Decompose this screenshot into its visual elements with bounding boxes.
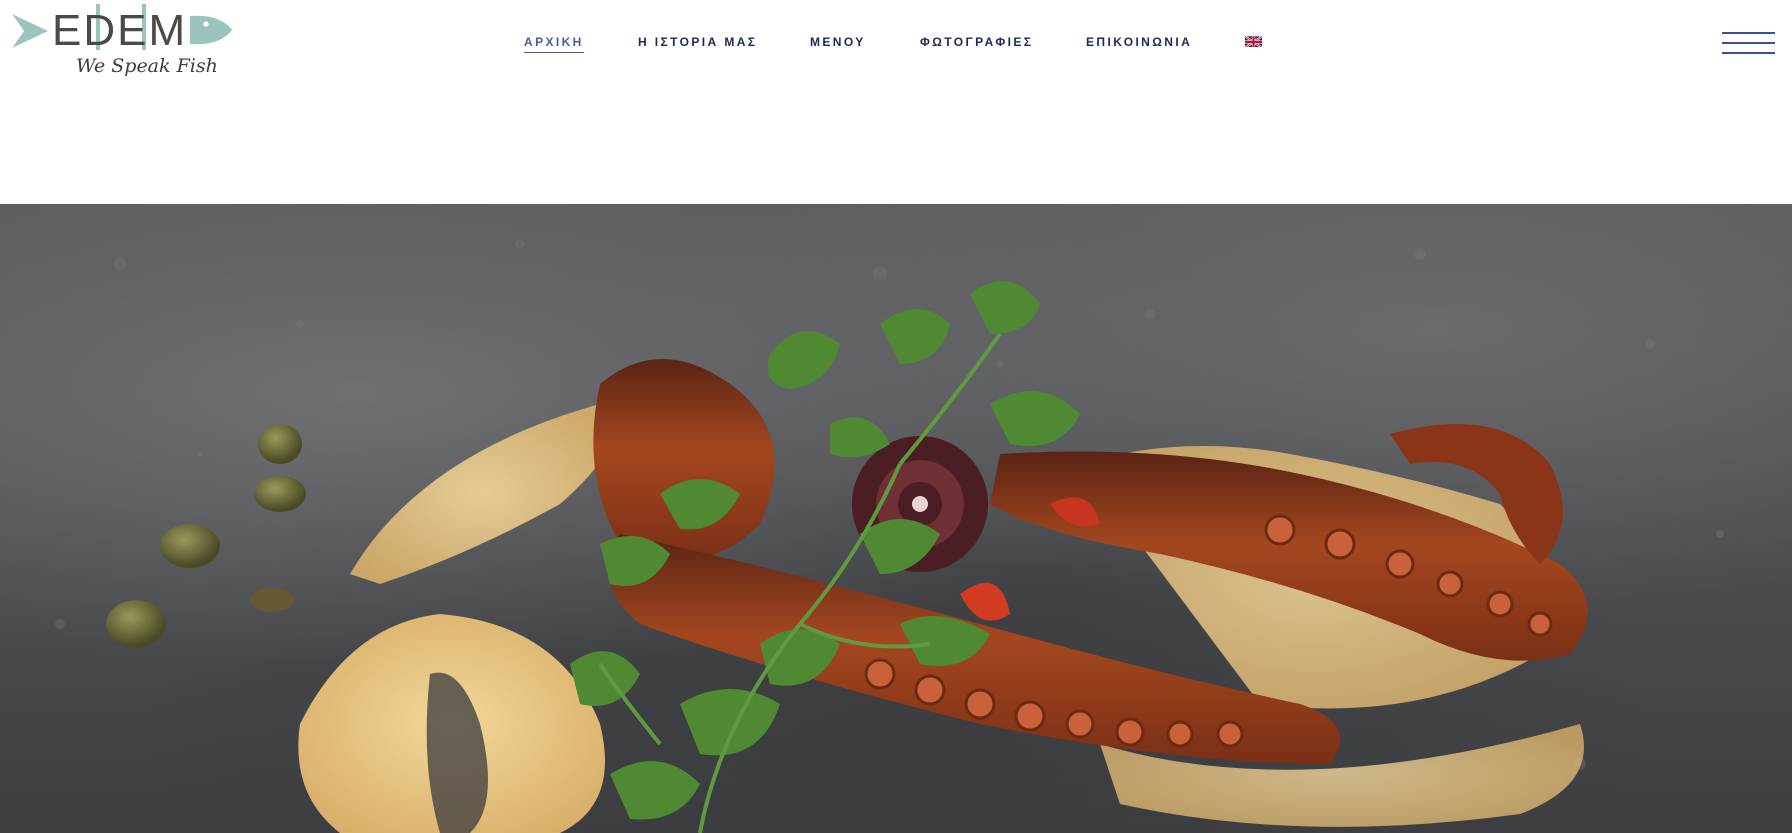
nav-item-home[interactable]: ΑΡΧΙΚΗ: [524, 35, 584, 53]
main-nav: ΑΡΧΙΚΗ Η ΙΣΤΟΡΙΑ ΜΑΣ ΜΕΝΟΥ ΦΩΤΟΓΡΑΦΙΕΣ Ε…: [0, 35, 1792, 55]
logo-tagline: We Speak Fish: [76, 55, 218, 77]
nav-item-our-story[interactable]: Η ΙΣΤΟΡΙΑ ΜΑΣ: [638, 35, 757, 52]
uk-flag-icon[interactable]: [1245, 35, 1262, 47]
nav-item-menu[interactable]: ΜΕΝΟΥ: [810, 35, 866, 52]
grilled-octopus-dish-image: [55, 239, 1724, 833]
hamburger-menu-icon[interactable]: [1722, 30, 1775, 56]
site-header: EDEM We Speak Fish ΑΡΧΙΚΗ Η ΙΣΤΟΡΙΑ ΜΑΣ …: [0, 0, 1792, 204]
nav-item-photos[interactable]: ΦΩΤΟΓΡΑΦΙΕΣ: [920, 35, 1033, 52]
hero-image: [0, 204, 1792, 833]
nav-item-contact[interactable]: ΕΠΙΚΟΙΝΩΝΙΑ: [1086, 35, 1192, 52]
